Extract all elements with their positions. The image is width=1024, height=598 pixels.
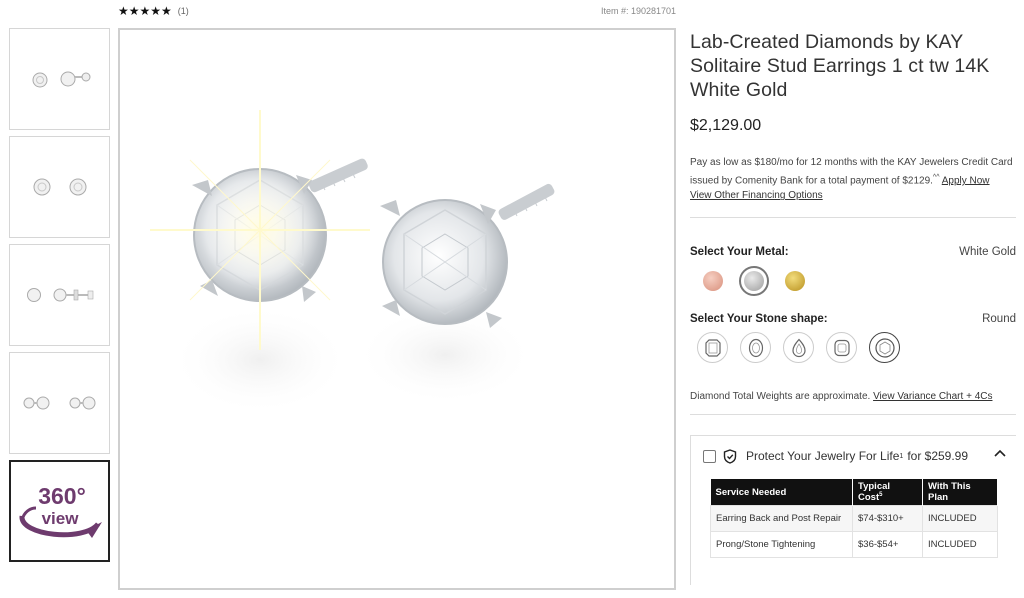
table-header-row: Service Needed Typical Cost5 With This P…: [710, 479, 998, 506]
table-cell: INCLUDED: [922, 530, 998, 558]
protection-plan-header[interactable]: Protect Your Jewelry For Life 1 for $259.…: [691, 436, 1016, 476]
chevron-up-icon[interactable]: [994, 449, 1006, 457]
view-financing-link[interactable]: View Other Financing Options: [690, 190, 823, 201]
protection-plan-footnote: 1: [899, 452, 904, 460]
oval-cut-icon: [748, 338, 763, 357]
earring-thumb-icon: [32, 71, 90, 88]
thumb-pair-back[interactable]: [9, 352, 110, 454]
apply-now-link[interactable]: Apply Now: [942, 175, 990, 186]
emerald-cut-icon: [704, 339, 721, 357]
diamond-earrings-image: [150, 110, 555, 415]
table-header-text: Typical Cost: [858, 481, 891, 504]
table-row: Prong/Stone Tightening $36-$54+ INCLUDED: [710, 530, 998, 558]
product-price: $2,129.00: [690, 117, 762, 134]
rose-gold-dot: [703, 271, 723, 292]
table-cell: $74-$310+: [852, 504, 923, 532]
metal-selector-header: Select Your Metal: White Gold: [690, 246, 1016, 258]
main-product-image[interactable]: [118, 28, 676, 590]
stars-icon: ★★★★★: [118, 4, 172, 18]
thumb-pair-front[interactable]: [9, 136, 110, 238]
divider: [690, 217, 1016, 219]
item-number: Item #: 190281701: [600, 6, 676, 16]
earring-thumb-icon: [23, 396, 95, 410]
table-cell: Earring Back and Post Repair: [710, 504, 853, 532]
metal-swatch-white-gold[interactable]: [739, 266, 769, 297]
metal-swatch-yellow-gold[interactable]: [780, 266, 810, 296]
white-gold-dot: [744, 271, 764, 292]
stone-shape-round[interactable]: [869, 332, 900, 364]
protection-plan-checkbox[interactable]: [703, 449, 716, 463]
table-row: Earring Back and Post Repair $74-$310+ I…: [710, 504, 998, 532]
variance-chart-link[interactable]: View Variance Chart + 4Cs: [873, 391, 992, 402]
pear-cut-icon: [791, 338, 806, 357]
table-header: Service Needed: [710, 479, 853, 506]
shield-check-icon: [723, 449, 737, 464]
svg-text:view: view: [41, 509, 79, 528]
thumbnail-list: 360° view: [9, 28, 110, 568]
weight-disclaimer-text: Diamond Total Weights are approximate.: [690, 391, 871, 403]
round-cut-icon: [874, 338, 895, 358]
stone-shape-pear[interactable]: [783, 332, 814, 364]
table-header-footnote: 5: [879, 492, 883, 498]
rating-bar: ★★★★★ (1) Item #: 190281701: [118, 4, 676, 20]
cushion-cut-icon: [833, 339, 850, 356]
stone-selector-header: Select Your Stone shape: Round: [690, 313, 1016, 325]
stone-label: Select Your Stone shape:: [690, 313, 828, 326]
stone-selected-value: Round: [982, 313, 1016, 326]
svg-text:360°: 360°: [38, 483, 86, 509]
earring-thumb-icon: [33, 178, 86, 196]
protection-plan-price: for $259.99: [907, 449, 969, 464]
metal-label: Select Your Metal:: [690, 246, 789, 259]
protection-plan-table: Service Needed Typical Cost5 With This P…: [710, 479, 998, 558]
table-cell: Prong/Stone Tightening: [710, 530, 853, 558]
product-title: Lab-Created Diamonds by KAY Solitaire St…: [690, 31, 990, 101]
star-rating[interactable]: ★★★★★ (1): [118, 4, 189, 18]
360-view-icon: 360° view: [19, 483, 102, 538]
table-cell: INCLUDED: [922, 504, 998, 532]
metal-swatches: [698, 266, 1016, 297]
thumb-360-view[interactable]: 360° view: [9, 460, 110, 562]
weight-disclaimer: Diamond Total Weights are approximate. V…: [690, 391, 1016, 402]
table-header: With This Plan: [922, 479, 998, 506]
review-count[interactable]: (1): [178, 6, 189, 16]
yellow-gold-dot: [785, 271, 805, 292]
stone-shape-cushion[interactable]: [826, 332, 857, 364]
financing-footnote: ^^: [932, 174, 940, 181]
metal-swatch-rose-gold[interactable]: [698, 266, 728, 296]
table-header: Typical Cost5: [852, 479, 923, 506]
financing-text: Pay as low as $180/mo for 12 months with…: [690, 155, 1016, 203]
metal-selected-value: White Gold: [959, 246, 1016, 259]
thumb-pair-side[interactable]: [9, 244, 110, 346]
table-cell: $36-$54+: [852, 530, 923, 558]
divider: [690, 414, 1016, 416]
thumb-pair-angle[interactable]: [9, 28, 110, 130]
stone-shape-options: [697, 332, 1016, 364]
protection-plan-panel: Protect Your Jewelry For Life 1 for $259.…: [690, 435, 1016, 586]
earring-thumb-icon: [26, 288, 93, 302]
product-details: Lab-Created Diamonds by KAY Solitaire St…: [690, 30, 1016, 586]
stone-shape-oval[interactable]: [740, 332, 771, 364]
stone-shape-emerald[interactable]: [697, 332, 728, 364]
protection-plan-label: Protect Your Jewelry For Life: [746, 449, 900, 464]
